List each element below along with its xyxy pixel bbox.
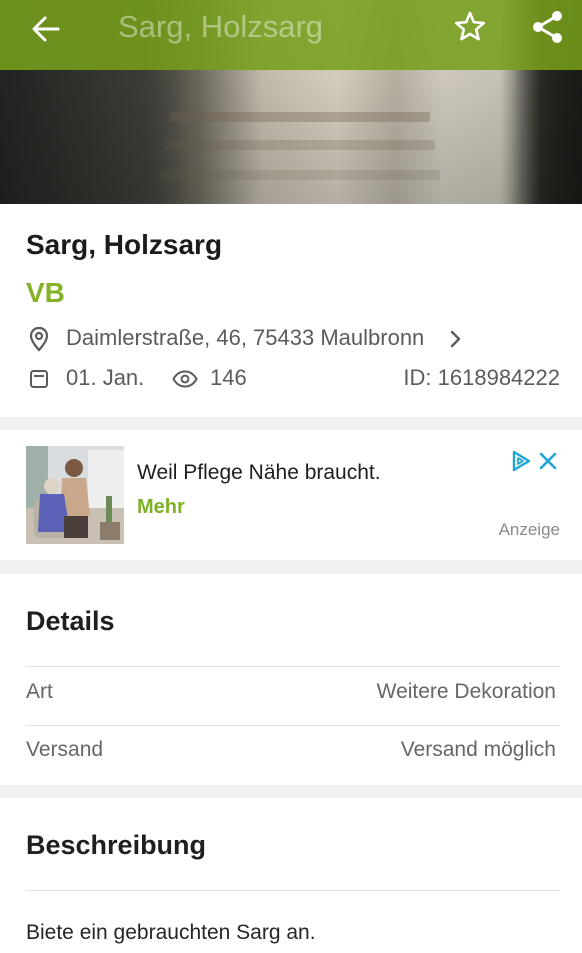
listing-price: VB [26,277,65,308]
ad-headline[interactable]: Weil Pflege Nähe braucht. [137,461,381,485]
listing-title: Sarg, Holzsarg [26,229,223,260]
toolbar-title: Sarg, Holzsarg [118,9,324,44]
address-row[interactable]: Daimlerstraße, 46, 75433 Maulbronn [26,324,566,354]
description-heading: Beschreibung [26,830,207,860]
listing-date: 01. Jan. [66,365,145,390]
description-text: Biete ein gebrauchten Sarg an. [26,921,316,944]
detail-value: Weitere Dekoration [376,680,556,703]
listing-meta: 01. Jan. 146 ID: 1618984222 [26,364,566,394]
detail-key: Versand [26,738,104,761]
share-button[interactable] [526,5,570,49]
detail-row-art: Art Weitere Dekoration [26,668,556,726]
detail-row-versand: Versand Versand möglich [26,726,556,784]
listing-summary: Sarg, Holzsarg VB Daimlerstraße, 46, 754… [0,204,582,417]
ad-label: Anzeige [498,520,560,539]
ad-photo-illustration [26,446,124,544]
description-section: Beschreibung Biete ein gebrauchten Sarg … [0,798,582,953]
ad-image[interactable] [26,446,124,544]
detail-key: Art [26,680,53,703]
arrow-left-icon [32,16,60,42]
ad-choices-icon[interactable] [509,449,533,473]
calendar-icon [30,370,48,388]
divider [26,890,560,891]
detail-value: Versand möglich [400,738,556,761]
ad-more-link[interactable]: Mehr [137,496,185,519]
share-icon [533,11,562,43]
back-button[interactable] [24,7,68,51]
details-heading: Details [26,606,115,636]
view-count: 146 [210,365,247,390]
listing-address: Daimlerstraße, 46, 75433 Maulbronn [66,325,425,350]
eye-icon [172,370,198,388]
listing-id: ID: 1618984222 [403,365,560,390]
advertisement[interactable]: Weil Pflege Nähe braucht. Mehr Anzeige [0,430,582,560]
location-pin-icon [29,326,49,352]
favorite-button[interactable] [448,5,492,49]
divider [26,666,560,667]
chevron-right-icon [450,330,461,348]
close-icon[interactable] [536,449,560,473]
app-toolbar: Sarg, Holzsarg [0,0,582,70]
star-outline-icon [454,11,486,41]
details-section: Details Art Weitere Dekoration Versand V… [0,574,582,785]
